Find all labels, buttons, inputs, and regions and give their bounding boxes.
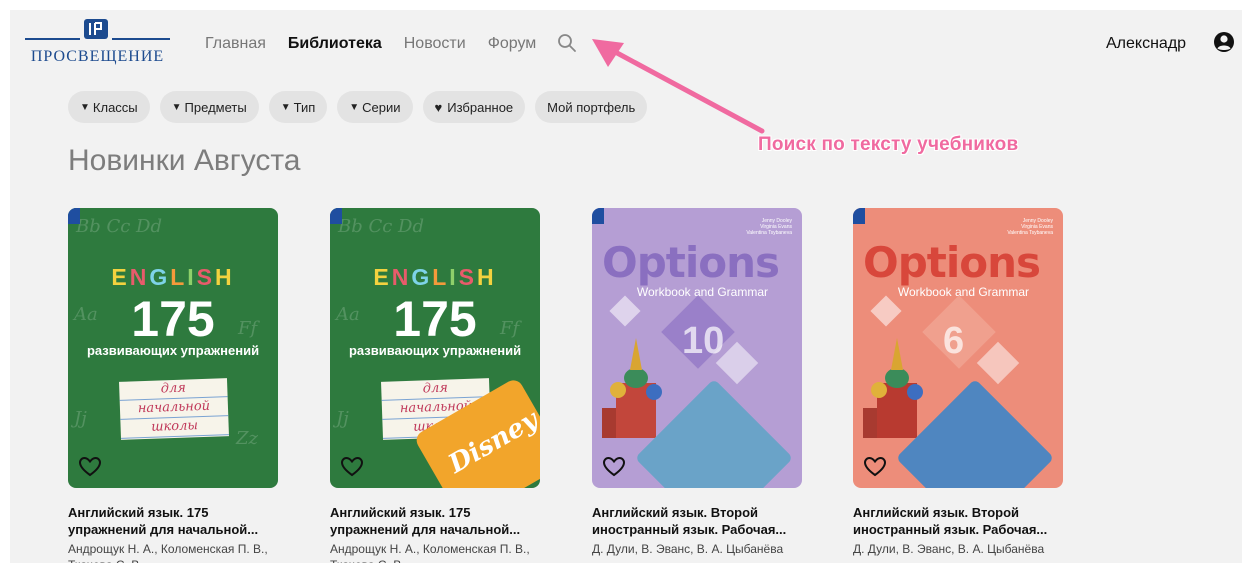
filter-type[interactable]: ▼ Тип <box>268 91 328 123</box>
dropdown-triangle-icon: ▼ <box>171 101 182 113</box>
publisher-badge <box>330 208 342 224</box>
favorite-heart-icon[interactable] <box>78 455 102 479</box>
book-card[interactable]: Jenny Dooley Virginia Evans Valentina Tsyb… <box>592 208 802 557</box>
book-cover[interactable]: Jenny Dooley Virginia Evans Valentina Tsyb… <box>853 208 1063 488</box>
cover-subtitle: развивающих упражнений <box>86 343 260 358</box>
annotation-arrow-icon <box>592 39 765 134</box>
filter-favorites[interactable]: ♥ Избранное <box>422 91 526 123</box>
book-title[interactable]: Английский язык. 175 упражнений для нача… <box>68 504 278 538</box>
book-title[interactable]: Английский язык. Второй иностранный язык… <box>592 504 802 538</box>
cover-diamond <box>976 341 1020 385</box>
annotation-text: Поиск по тексту учебников <box>758 134 1019 155</box>
cover-title: ENGLISH <box>111 264 235 290</box>
publisher-badge <box>592 208 604 224</box>
book-authors: Д. Дули, В. Эванс, В. А. Цыбанёва <box>592 542 784 556</box>
filter-label: Классы <box>92 99 138 115</box>
book-title[interactable]: Английский язык. 175 упражнений для нача… <box>330 504 540 538</box>
cover-number: 175 <box>393 291 477 347</box>
section-title: Новинки Августа <box>68 144 301 177</box>
book-authors: Д. Дули, В. Эванс, В. А. Цыбанёва <box>853 542 1045 556</box>
main-nav: Главная Библиотека Новости Форум <box>205 35 536 53</box>
cover-badge-text: Disney <box>443 404 540 480</box>
cover-title: Options <box>863 238 1041 287</box>
nav-item-forum[interactable]: Форум <box>488 35 537 53</box>
publisher-badge <box>853 208 865 224</box>
app-window: ПРОСВЕЩЕНИЕ Главная Библиотека Новости Ф… <box>10 10 1242 563</box>
book-cover[interactable]: Jenny Dooley Virginia Evans Valentina Tsyb… <box>592 208 802 488</box>
search-icon[interactable] <box>556 32 578 54</box>
book-cover[interactable]: Bb Cc Dd Aa Ff Jj Zz ENGLISH 175 развива… <box>68 208 278 488</box>
filter-label: Предметы <box>184 99 247 115</box>
cover-note: для начальной школы <box>119 378 229 440</box>
favorite-heart-icon[interactable] <box>602 455 626 479</box>
favorite-heart-icon[interactable] <box>340 455 364 479</box>
logo-line-left <box>25 38 80 40</box>
nav-item-library[interactable]: Библиотека <box>288 35 382 53</box>
user-avatar-icon[interactable] <box>1213 31 1235 53</box>
book-card[interactable]: Bb Cc Dd Aa Ff Jj ENGLISH 175 развивающи… <box>330 208 540 563</box>
cover-subtitle: развивающих упражнений <box>348 343 522 358</box>
nav-item-home[interactable]: Главная <box>205 35 266 53</box>
book-card[interactable]: Bb Cc Dd Aa Ff Jj Zz ENGLISH 175 развива… <box>68 208 278 563</box>
cover-subtitle: Workbook and Grammar <box>897 285 1029 299</box>
cover-title: Options <box>602 238 780 287</box>
cover-note-line: школы <box>120 416 229 439</box>
dropdown-triangle-icon: ▼ <box>349 101 360 113</box>
cover-authors: Jenny Dooley Virginia Evans Valentina Tsyb… <box>746 218 792 236</box>
book-authors: Андрощук Н. А., Коломенская П. В., Ткаче… <box>330 542 530 563</box>
nav-item-news[interactable]: Новости <box>404 35 466 53</box>
cover-grade: 10 <box>682 320 725 362</box>
cover-diamond <box>609 295 641 327</box>
book-cover[interactable]: Bb Cc Dd Aa Ff Jj ENGLISH 175 развивающи… <box>330 208 540 488</box>
cover-authors: Jenny Dooley Virginia Evans Valentina Tsyb… <box>1007 218 1053 236</box>
dropdown-triangle-icon: ▼ <box>280 101 291 113</box>
cover-title: ENGLISH <box>373 264 497 290</box>
heart-icon: ♥ <box>434 99 443 115</box>
dropdown-triangle-icon: ▼ <box>80 101 90 113</box>
cover-kremlin-illustration <box>602 338 662 438</box>
book-authors: Андрощук Н. А., Коломенская П. В., Ткаче… <box>68 542 268 563</box>
cover-grade: 6 <box>943 320 965 362</box>
book-title[interactable]: Английский язык. Второй иностранный язык… <box>853 504 1063 538</box>
cover-subtitle: Workbook and Grammar <box>636 285 768 299</box>
publisher-badge <box>68 208 80 224</box>
filter-subjects[interactable]: ▼ Предметы <box>159 91 259 123</box>
cover-number: 175 <box>131 291 215 347</box>
filter-classes[interactable]: ▼ Классы <box>68 91 150 123</box>
filter-label: Серии <box>362 99 401 115</box>
user-name[interactable]: Алекснадр <box>1106 35 1186 53</box>
cover-diamond <box>870 295 902 327</box>
filter-bar: ▼ Классы ▼ Предметы ▼ Тип ▼ Серии ♥ Избр… <box>68 91 648 123</box>
filter-series[interactable]: ▼ Серии <box>337 91 413 123</box>
filter-label: Избранное <box>447 99 514 115</box>
logo-text: ПРОСВЕЩЕНИЕ <box>30 48 165 65</box>
logo-mark-icon <box>84 19 108 39</box>
cover-kremlin-illustration <box>863 338 923 438</box>
filter-label: Тип <box>293 99 316 115</box>
logo-line-right <box>112 38 170 40</box>
book-card[interactable]: Jenny Dooley Virginia Evans Valentina Tsyb… <box>853 208 1063 557</box>
logo[interactable]: ПРОСВЕЩЕНИЕ <box>25 18 170 68</box>
favorite-heart-icon[interactable] <box>863 455 887 479</box>
